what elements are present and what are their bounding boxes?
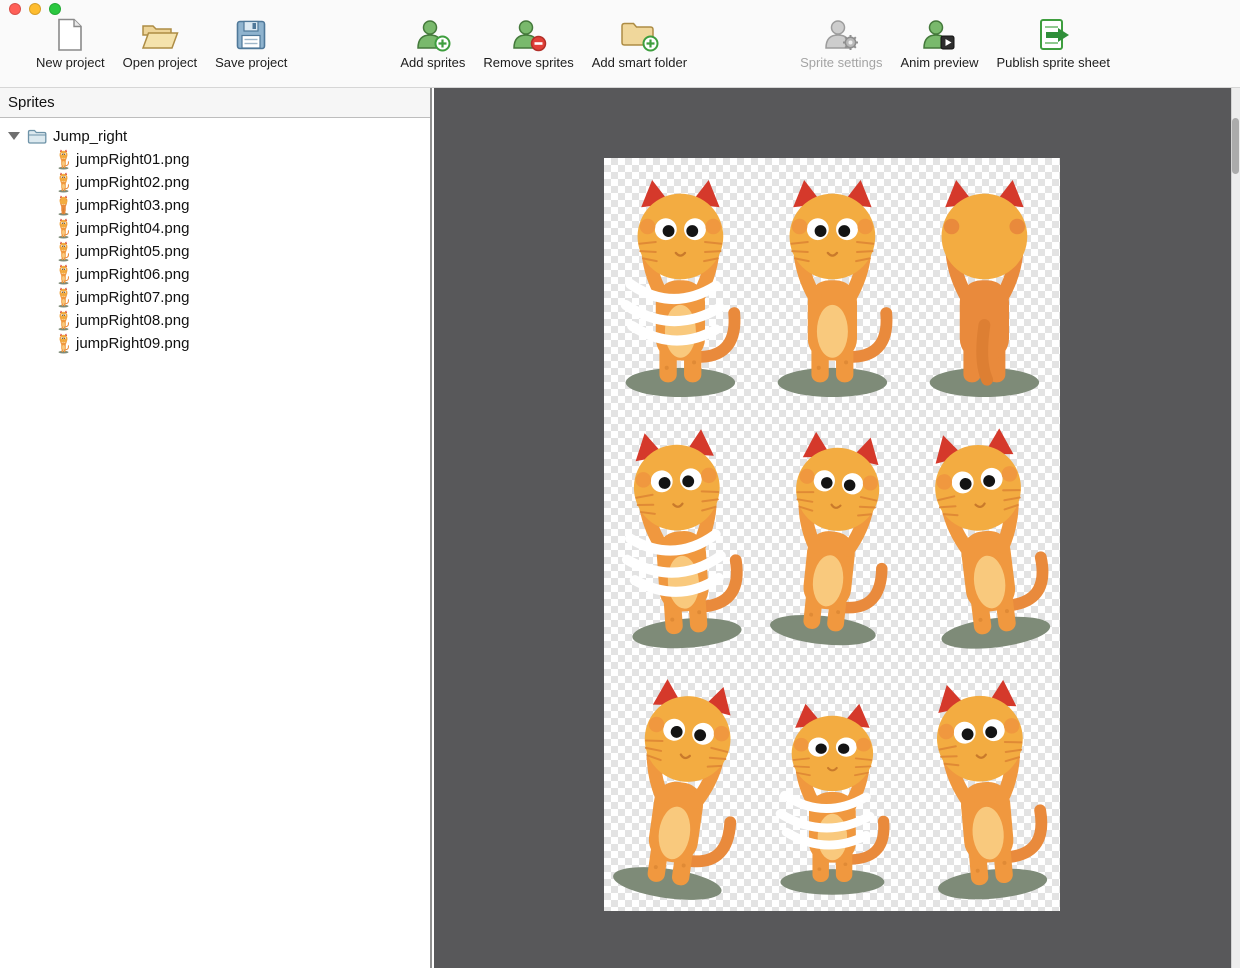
sprite-thumbnail-icon	[57, 264, 70, 285]
person-gear-icon	[823, 16, 859, 54]
sprite-thumbnail-icon	[57, 218, 70, 239]
sprite-file-row[interactable]: jumpRight09.png	[0, 332, 430, 355]
remove-sprites-label: Remove sprites	[483, 55, 574, 70]
folder-plus-icon	[619, 16, 659, 54]
add-smart-folder-button[interactable]: Add smart folder	[592, 16, 687, 70]
sprite-frame	[756, 660, 908, 911]
sprite-file-label: jumpRight07.png	[76, 289, 190, 306]
sprites-panel-title: Sprites	[0, 88, 430, 118]
blank-page-icon	[55, 16, 85, 54]
sheet-arrow-icon	[1036, 16, 1070, 54]
sprite-file-row[interactable]: jumpRight02.png	[0, 171, 430, 194]
sprites-panel: Sprites Jump_right jumpRight01.png jumpR…	[0, 88, 432, 968]
sprite-thumbnail-icon	[57, 241, 70, 262]
tree-folder-row[interactable]: Jump_right	[0, 124, 430, 148]
sprite-thumbnail-icon	[57, 310, 70, 331]
sprite-file-label: jumpRight09.png	[76, 335, 190, 352]
add-sprites-button[interactable]: Add sprites	[400, 16, 465, 70]
sprite-settings-button[interactable]: Sprite settings	[800, 16, 882, 70]
anim-preview-label: Anim preview	[900, 55, 979, 70]
scrollbar-thumb[interactable]	[1232, 118, 1239, 174]
canvas	[434, 88, 1240, 968]
sprite-file-row[interactable]: jumpRight04.png	[0, 217, 430, 240]
new-project-label: New project	[36, 55, 105, 70]
sprite-file-row[interactable]: jumpRight05.png	[0, 240, 430, 263]
sprite-file-row[interactable]: jumpRight03.png	[0, 194, 430, 217]
window-controls	[9, 3, 61, 15]
sprite-frame	[908, 409, 1060, 660]
sprite-frame	[604, 409, 756, 660]
floppy-disk-icon	[236, 16, 266, 54]
sprite-thumbnail-icon	[57, 333, 70, 354]
sprite-file-label: jumpRight08.png	[76, 312, 190, 329]
publish-sprite-sheet-button[interactable]: Publish sprite sheet	[996, 16, 1110, 70]
sprite-frame	[908, 158, 1060, 409]
sprite-file-label: jumpRight01.png	[76, 151, 190, 168]
sprite-frame	[908, 660, 1060, 911]
sprite-tree: Jump_right jumpRight01.png jumpRight02.p…	[0, 118, 430, 355]
minimize-window-button[interactable]	[29, 3, 41, 15]
sprite-file-row[interactable]: jumpRight08.png	[0, 309, 430, 332]
sprite-file-label: jumpRight03.png	[76, 197, 190, 214]
person-play-icon	[921, 16, 957, 54]
sprite-sheet-preview	[604, 158, 1060, 911]
folder-icon	[27, 129, 47, 144]
remove-sprites-button[interactable]: Remove sprites	[483, 16, 574, 70]
sprite-thumbnail-icon	[57, 287, 70, 308]
sprite-thumbnail-icon	[57, 195, 70, 216]
publish-sprite-sheet-label: Publish sprite sheet	[996, 55, 1110, 70]
open-folder-icon	[141, 16, 179, 54]
save-project-button[interactable]: Save project	[215, 16, 287, 70]
close-window-button[interactable]	[9, 3, 21, 15]
sprite-file-row[interactable]: jumpRight06.png	[0, 263, 430, 286]
scrollbar-track[interactable]	[1231, 88, 1240, 968]
person-plus-icon	[415, 16, 451, 54]
sprite-file-row[interactable]: jumpRight07.png	[0, 286, 430, 309]
open-project-button[interactable]: Open project	[123, 16, 197, 70]
sprite-settings-label: Sprite settings	[800, 55, 883, 70]
sprite-frame	[604, 158, 756, 409]
person-minus-icon	[511, 16, 547, 54]
add-sprites-label: Add sprites	[400, 55, 466, 70]
open-project-label: Open project	[122, 55, 198, 70]
anim-preview-button[interactable]: Anim preview	[900, 16, 978, 70]
sprite-file-label: jumpRight06.png	[76, 266, 190, 283]
sprite-file-label: jumpRight02.png	[76, 174, 190, 191]
disclosure-triangle-icon[interactable]	[8, 132, 20, 140]
add-smart-folder-label: Add smart folder	[591, 55, 688, 70]
sprite-file-row[interactable]: jumpRight01.png	[0, 148, 430, 171]
sprite-frame	[756, 409, 908, 660]
toolbar: New project Open project Save project Ad…	[0, 0, 1240, 88]
sprite-file-label: jumpRight04.png	[76, 220, 190, 237]
tree-folder-label: Jump_right	[53, 127, 128, 145]
sprite-file-label: jumpRight05.png	[76, 243, 190, 260]
sprite-frame	[604, 660, 756, 911]
sprite-thumbnail-icon	[57, 149, 70, 170]
zoom-window-button[interactable]	[49, 3, 61, 15]
sprite-frame	[756, 158, 908, 409]
sprite-thumbnail-icon	[57, 172, 70, 193]
save-project-label: Save project	[215, 55, 288, 70]
new-project-button[interactable]: New project	[36, 16, 105, 70]
